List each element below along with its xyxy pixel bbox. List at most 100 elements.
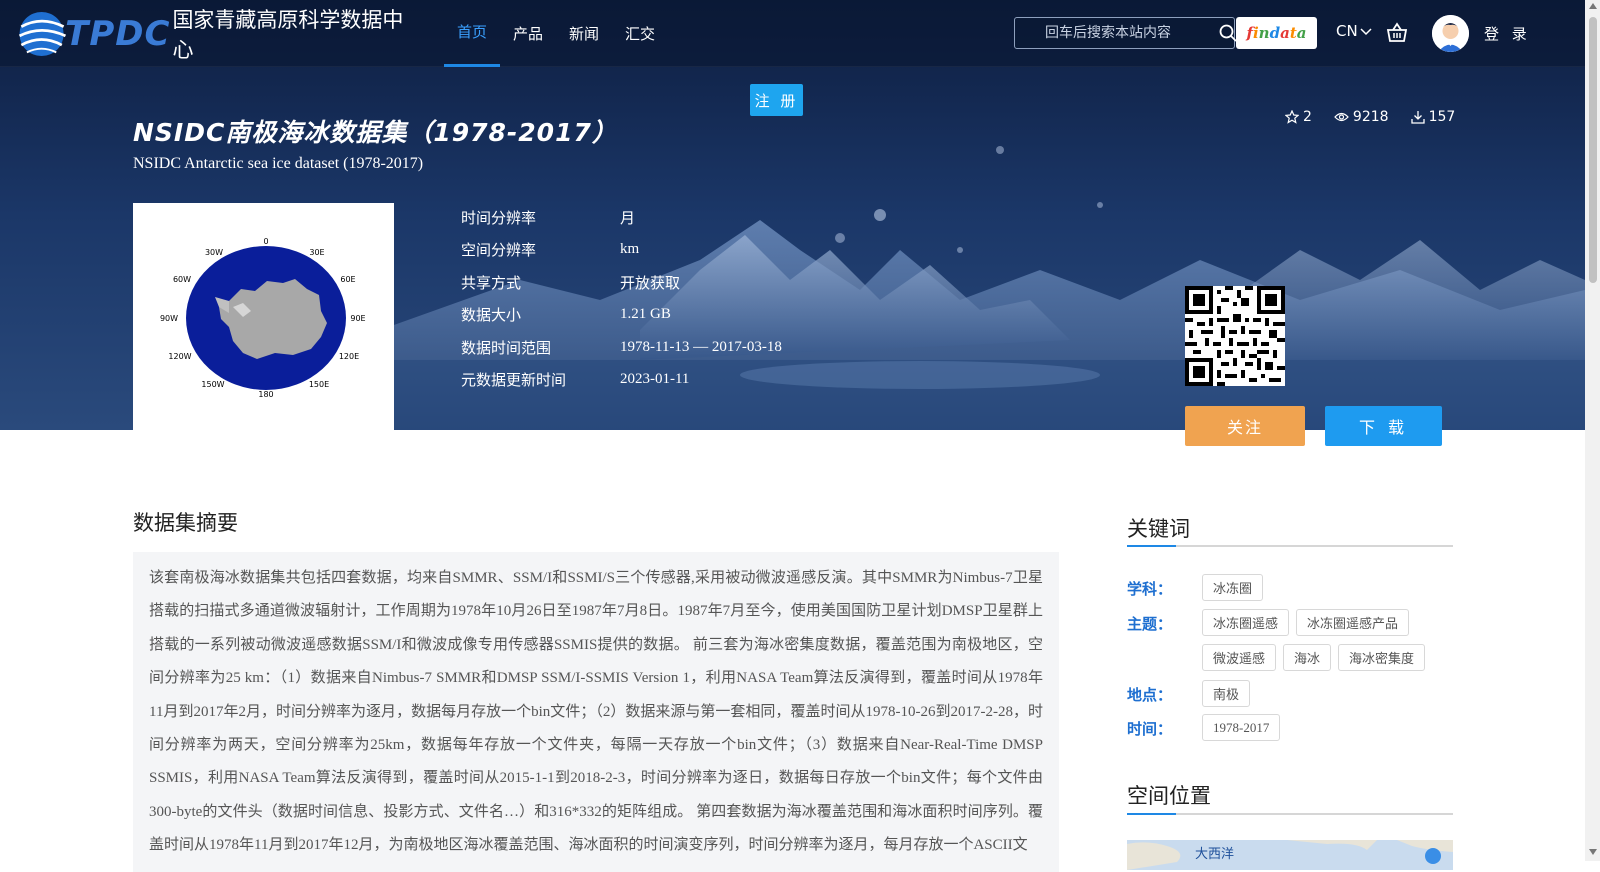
meta-value: km bbox=[620, 241, 640, 258]
keyword-group-label: 学科： bbox=[1127, 580, 1173, 598]
meta-row-sharing: 共享方式 开放获取 bbox=[461, 266, 782, 299]
spatial-divider bbox=[1127, 813, 1453, 815]
meta-row-spatial-resolution: 空间分辨率 km bbox=[461, 234, 782, 267]
keyword-group-label: 时间： bbox=[1127, 720, 1173, 738]
abstract-panel: 该套南极海冰数据集共包括四套数据，均来自SMMR、SSM/I和SSMI/S三个传… bbox=[133, 552, 1059, 872]
main-nav: 首页 产品 新闻 汇交 bbox=[444, 0, 668, 67]
download-count: 157 bbox=[1410, 109, 1456, 125]
language-switcher[interactable]: CN bbox=[1336, 22, 1372, 40]
view-count: 9218 bbox=[1334, 109, 1389, 125]
globe-logo-icon bbox=[18, 11, 67, 57]
logo-name: 国家青藏高原科学数据中心 bbox=[172, 8, 404, 62]
site-logo[interactable]: TPDC 国家青藏高原科学数据中心 bbox=[14, 4, 404, 64]
keywords-heading: 关键词 bbox=[1127, 517, 1190, 541]
findata-letter: d bbox=[1269, 24, 1281, 42]
findata-letter: a bbox=[1296, 24, 1307, 42]
meta-row-time-range: 数据时间范围 1978-11-13 — 2017-03-18 bbox=[461, 331, 782, 364]
keyword-group-theme: 主题： 冰冻圈遥感 冰冻圈遥感产品 微波遥感 海冰 海冰密集度 bbox=[1127, 609, 1453, 671]
page-scrollbar[interactable] bbox=[1585, 0, 1600, 861]
nav-submit-label: 汇交 bbox=[625, 25, 656, 43]
scroll-down-arrow-icon[interactable] bbox=[1589, 849, 1597, 855]
keyword-group-time: 时间： 1978-2017 bbox=[1127, 714, 1453, 741]
download-count-value: 157 bbox=[1428, 109, 1456, 125]
thumb-label-150e: 150E bbox=[309, 380, 329, 389]
keyword-group-label: 主题： bbox=[1127, 615, 1173, 633]
keyword-tag[interactable]: 海冰 bbox=[1283, 644, 1332, 671]
meta-row-time-resolution: 时间分辨率 月 bbox=[461, 201, 782, 234]
keyword-tag[interactable]: 1978-2017 bbox=[1202, 714, 1281, 741]
keyword-tag[interactable]: 微波遥感 bbox=[1202, 644, 1277, 671]
search-input[interactable] bbox=[1015, 18, 1219, 48]
nav-news-label: 新闻 bbox=[569, 25, 600, 43]
user-avatar[interactable] bbox=[1432, 15, 1469, 52]
findata-letter: n bbox=[1258, 24, 1270, 42]
thumb-label-30e: 30E bbox=[309, 248, 324, 257]
language-label: CN bbox=[1336, 22, 1358, 40]
spatial-map[interactable]: 大西洋 bbox=[1127, 840, 1453, 870]
avatar-icon bbox=[1432, 15, 1469, 52]
dataset-title-cn: NSIDC南极海冰数据集（1978-2017） bbox=[133, 118, 618, 147]
download-icon bbox=[1410, 111, 1425, 124]
abstract-text: 该套南极海冰数据集共包括四套数据，均来自SMMR、SSM/I和SSMI/S三个传… bbox=[149, 570, 1043, 854]
nav-products[interactable]: 产品 bbox=[500, 0, 556, 67]
dataset-title-en: NSIDC Antarctic sea ice dataset (1978-20… bbox=[133, 155, 424, 172]
view-count-value: 9218 bbox=[1352, 109, 1389, 125]
nav-home-label: 首页 bbox=[457, 23, 488, 41]
abstract-heading: 数据集摘要 bbox=[133, 511, 238, 535]
antarctica-map-image: 0 30E 60E 90E 120E 150E 180 150W 120W 90… bbox=[160, 237, 366, 399]
thumb-label-90e: 90E bbox=[350, 314, 365, 323]
keyword-tags: 冰冻圈遥感 冰冻圈遥感产品 微波遥感 海冰 海冰密集度 bbox=[1202, 609, 1453, 671]
chevron-down-icon bbox=[1360, 28, 1372, 36]
keyword-tag[interactable]: 冰冻圈遥感 bbox=[1202, 609, 1290, 636]
scroll-thumb[interactable] bbox=[1589, 17, 1597, 283]
qr-code-icon bbox=[1185, 286, 1285, 386]
meta-label: 共享方式 bbox=[461, 273, 522, 292]
meta-label: 数据大小 bbox=[461, 306, 522, 325]
register-button[interactable]: 注 册 bbox=[750, 84, 803, 116]
map-label-atlantic: 大西洋 bbox=[1195, 847, 1235, 862]
keyword-tag[interactable]: 海冰密集度 bbox=[1338, 644, 1426, 671]
thumb-label-150w: 150W bbox=[201, 380, 224, 389]
dataset-meta-list: 时间分辨率 月 空间分辨率 km 共享方式 开放获取 数据大小 1.21 GB … bbox=[461, 201, 782, 396]
meta-value: 2023-01-11 bbox=[620, 371, 690, 388]
star-count-value: 2 bbox=[1303, 109, 1312, 125]
keyword-tags: 冰冻圈 bbox=[1202, 574, 1453, 601]
download-button[interactable]: 下 载 bbox=[1325, 406, 1442, 446]
nav-news[interactable]: 新闻 bbox=[556, 0, 612, 67]
keyword-tag[interactable]: 冰冻圈遥感产品 bbox=[1296, 609, 1410, 636]
thumb-label-60w: 60W bbox=[173, 275, 191, 284]
thumb-label-60e: 60E bbox=[340, 275, 355, 284]
meta-row-updated: 元数据更新时间 2023-01-11 bbox=[461, 364, 782, 397]
logo-abbr: TPDC bbox=[65, 14, 171, 54]
thumb-label-180: 180 bbox=[258, 390, 273, 399]
keyword-tag[interactable]: 南极 bbox=[1202, 680, 1251, 707]
findata-link[interactable]: findata bbox=[1236, 17, 1317, 49]
thumb-label-30w: 30W bbox=[205, 248, 223, 257]
keywords-divider bbox=[1127, 545, 1453, 547]
follow-button[interactable]: 关注 bbox=[1185, 406, 1305, 446]
keyword-tag[interactable]: 冰冻圈 bbox=[1202, 574, 1264, 601]
dataset-thumbnail[interactable]: 0 30E 60E 90E 120E 150E 180 150W 120W 90… bbox=[133, 203, 394, 430]
login-link[interactable]: 登 录 bbox=[1484, 23, 1531, 44]
search-icon[interactable] bbox=[1219, 18, 1237, 48]
cart-icon[interactable] bbox=[1385, 21, 1409, 45]
meta-label: 时间分辨率 bbox=[461, 208, 537, 227]
meta-value: 开放获取 bbox=[620, 275, 681, 292]
scroll-up-arrow-icon[interactable] bbox=[1589, 3, 1597, 9]
thumb-label-120e: 120E bbox=[339, 352, 359, 361]
thumb-label-120w: 120W bbox=[168, 352, 191, 361]
keyword-group-place: 地点： 南极 bbox=[1127, 680, 1453, 707]
meta-value: 1.21 GB bbox=[620, 306, 671, 323]
nav-home[interactable]: 首页 bbox=[444, 0, 501, 67]
nav-submit[interactable]: 汇交 bbox=[612, 0, 668, 67]
star-count[interactable]: 2 bbox=[1285, 109, 1312, 125]
star-icon bbox=[1285, 110, 1299, 124]
nav-products-label: 产品 bbox=[513, 25, 544, 43]
thumb-label-90w: 90W bbox=[160, 314, 178, 323]
meta-label: 空间分辨率 bbox=[461, 241, 537, 260]
hero-banner: TPDC 国家青藏高原科学数据中心 首页 产品 新闻 汇交 findata CN bbox=[0, 0, 1585, 430]
meta-label: 数据时间范围 bbox=[461, 338, 552, 357]
eye-icon bbox=[1334, 112, 1349, 122]
meta-value: 1978-11-13 — 2017-03-18 bbox=[620, 338, 782, 355]
keyword-tags: 南极 bbox=[1202, 680, 1453, 707]
